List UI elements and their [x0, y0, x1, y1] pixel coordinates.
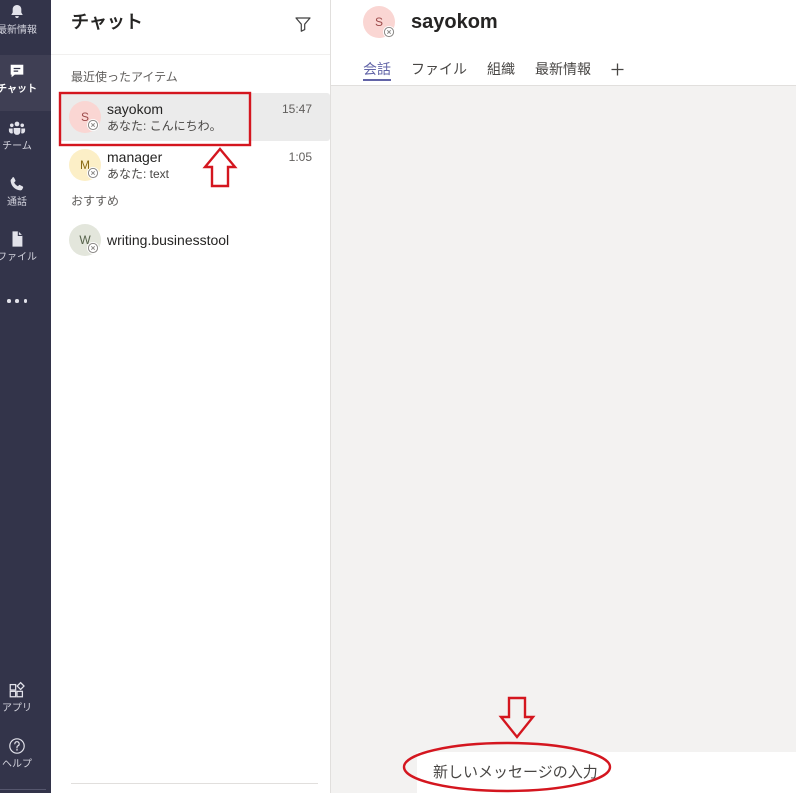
message-input[interactable]	[417, 752, 796, 793]
chat-list-panel: チャット 最近使ったアイテム S sayokom あなた: こんにちわ。 15:…	[51, 0, 331, 793]
conversation-tabs: 会話 ファイル 組織 最新情報	[363, 59, 624, 81]
rail-item-teams[interactable]: チーム	[0, 112, 51, 168]
chat-timestamp: 1:05	[288, 150, 312, 164]
rail-item-label: 通話	[7, 197, 27, 208]
chat-list-item[interactable]: M manager あなた: text 1:05	[59, 141, 330, 189]
more-icon[interactable]	[7, 292, 27, 310]
chat-name: writing.businesstool	[107, 232, 230, 248]
compose-box[interactable]	[417, 752, 796, 793]
rail-divider	[0, 789, 46, 790]
app-rail: 最新情報 チャット チーム 通話 ファイル アプリ ヘルプ	[0, 0, 51, 793]
rail-item-label: 最新情報	[0, 25, 37, 36]
tab-files[interactable]: ファイル	[411, 59, 467, 79]
chat-list-item[interactable]: W writing.businesstool	[59, 216, 330, 264]
tab-organization[interactable]: 組織	[487, 59, 515, 79]
bell-icon	[7, 3, 27, 21]
chat-list-bottom-divider	[71, 783, 318, 784]
phone-icon	[7, 175, 27, 193]
rail-item-chat[interactable]: チャット	[0, 55, 51, 111]
plus-icon	[611, 63, 624, 75]
conversation-header: S sayokom 会話 ファイル 組織 最新情報	[331, 0, 796, 86]
rail-item-label: アプリ	[2, 703, 32, 714]
teams-icon	[7, 119, 27, 137]
conversation-pane: S sayokom 会話 ファイル 組織 最新情報	[331, 0, 796, 793]
rail-item-label: チーム	[2, 141, 32, 152]
filter-icon[interactable]	[294, 15, 312, 33]
rail-item-calls[interactable]: 通話	[0, 168, 51, 224]
chat-list-header-divider	[51, 54, 330, 55]
chat-preview: あなた: こんにちわ。	[107, 119, 222, 133]
rail-item-label: チャット	[0, 84, 37, 95]
section-heading-suggested: おすすめ	[71, 194, 120, 208]
file-icon	[7, 230, 27, 248]
presence-unknown-icon	[383, 26, 395, 38]
rail-item-activity[interactable]: 最新情報	[0, 0, 51, 52]
chat-name: sayokom	[107, 101, 164, 117]
presence-unknown-icon	[87, 167, 99, 179]
tab-conversation[interactable]: 会話	[363, 59, 391, 81]
chat-icon	[7, 62, 27, 80]
chat-preview: あなた: text	[107, 167, 170, 181]
chat-list-item[interactable]: S sayokom あなた: こんにちわ。 15:47	[59, 93, 330, 141]
apps-icon	[7, 681, 27, 699]
rail-item-files[interactable]: ファイル	[0, 223, 51, 279]
section-heading-recent: 最近使ったアイテム	[71, 70, 178, 84]
rail-item-label: ヘルプ	[2, 759, 32, 770]
help-icon	[7, 737, 27, 755]
rail-item-label: ファイル	[0, 252, 37, 263]
chat-timestamp: 15:47	[281, 102, 312, 116]
rail-item-apps[interactable]: アプリ	[0, 674, 51, 730]
presence-unknown-icon	[87, 242, 99, 254]
presence-unknown-icon	[87, 119, 99, 131]
chat-list-title: チャット	[71, 12, 143, 32]
conversation-title: sayokom	[411, 11, 498, 33]
chat-name: manager	[107, 149, 163, 165]
tab-activity[interactable]: 最新情報	[535, 59, 591, 79]
rail-item-help[interactable]: ヘルプ	[0, 730, 51, 786]
add-tab-button[interactable]	[611, 59, 624, 79]
